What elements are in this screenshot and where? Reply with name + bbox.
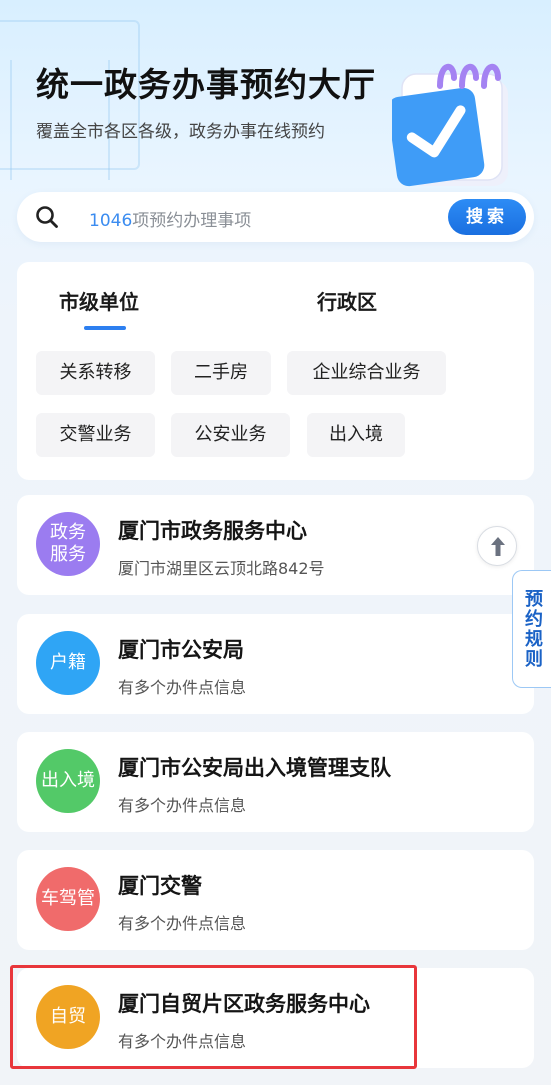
tab-city-units[interactable]: 市级单位 [59,286,139,315]
list-item[interactable]: 车驾管 厦门交警 有多个办件点信息 [17,850,534,950]
category-card: 市级单位 行政区 关系转移 二手房 企业综合业务 交警业务 公安业务 出入境 [17,262,534,480]
unit-info: 有多个办件点信息 [118,796,247,815]
unit-name: 厦门交警 [118,874,202,898]
chip-relationship-transfer[interactable]: 关系转移 [36,351,155,395]
search-button[interactable]: 搜索 [448,199,526,235]
unit-info: 有多个办件点信息 [118,1032,247,1051]
unit-name: 厦门市公安局 [118,638,244,662]
search-placeholder-text: 项预约办理事项 [132,211,252,231]
arrow-up-icon [491,537,505,556]
calendar-check-icon [392,64,508,187]
list-item[interactable]: 出入境 厦门市公安局出入境管理支队 有多个办件点信息 [17,732,534,832]
unit-name: 厦门市政务服务中心 [118,519,307,543]
search-count: 1046 [89,211,133,231]
chip-public-security[interactable]: 公安业务 [171,413,290,457]
unit-name: 厦门自贸片区政务服务中心 [118,992,370,1016]
list-item[interactable]: 自贸 厦门自贸片区政务服务中心 有多个办件点信息 [17,968,534,1068]
hero-banner: 统一政务办事预约大厅 覆盖全市各区各级，政务办事在线预约 [0,0,551,190]
unit-info: 有多个办件点信息 [118,914,247,933]
page-title: 统一政务办事预约大厅 [36,65,376,104]
list-item[interactable]: 户籍 厦门市公安局 有多个办件点信息 [17,614,534,714]
search-icon [36,206,58,228]
chip-traffic-police[interactable]: 交警业务 [36,413,155,457]
appointment-rules-tab[interactable]: 预约规则 [512,570,551,688]
avatar: 车驾管 [36,867,100,931]
avatar: 政务 服务 [36,512,100,576]
avatar: 户籍 [36,631,100,695]
unit-address: 厦门市湖里区云顶北路842号 [118,559,325,578]
page-subtitle: 覆盖全市各区各级，政务办事在线预约 [36,122,325,142]
chip-second-hand-house[interactable]: 二手房 [171,351,271,395]
back-to-top-button[interactable] [477,526,517,566]
chip-enterprise-business[interactable]: 企业综合业务 [287,351,446,395]
list-item[interactable]: 政务 服务 厦门市政务服务中心 厦门市湖里区云顶北路842号 [17,495,534,595]
unit-info: 有多个办件点信息 [118,678,247,697]
unit-name: 厦门市公安局出入境管理支队 [118,756,391,780]
chip-exit-entry[interactable]: 出入境 [307,413,405,457]
active-tab-indicator [84,326,126,330]
search-placeholder[interactable]: 1046项预约办理事项 [89,206,251,231]
tab-districts[interactable]: 行政区 [317,286,377,315]
avatar: 出入境 [36,749,100,813]
search-bar[interactable]: 1046项预约办理事项 搜索 [17,192,534,242]
avatar: 自贸 [36,985,100,1049]
